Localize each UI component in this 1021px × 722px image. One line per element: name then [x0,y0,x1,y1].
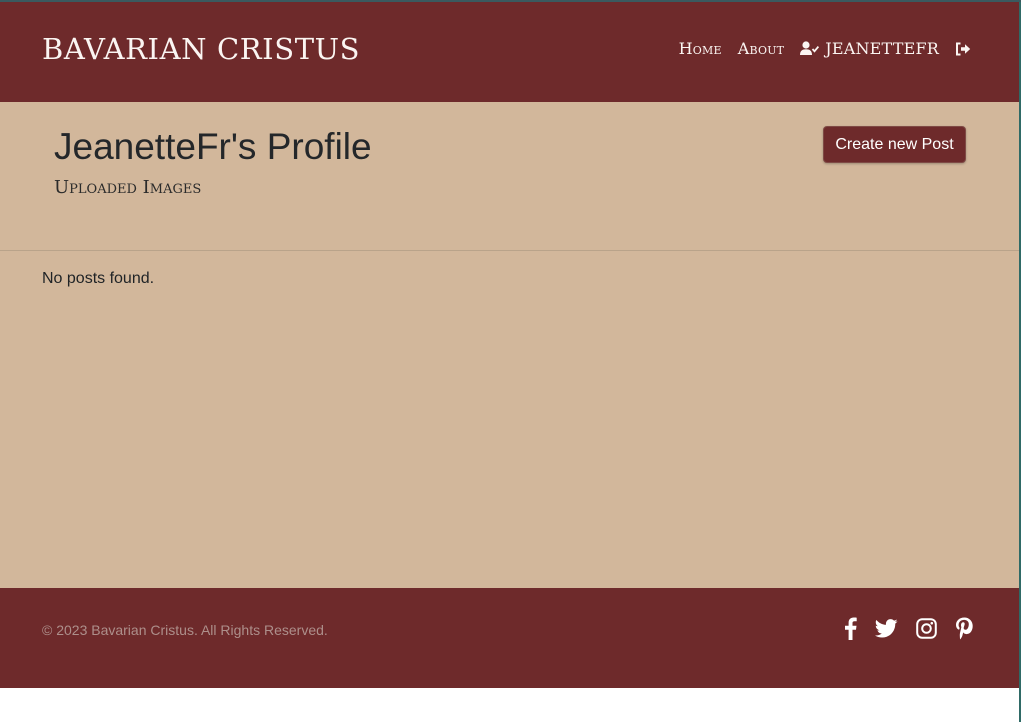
social-links [844,617,973,645]
page-title: JeanetteFr's Profile [54,126,372,167]
nav-home-link[interactable]: Home [679,39,722,58]
site-footer: © 2023 Bavarian Cristus. All Rights Rese… [0,588,1019,688]
logout-button[interactable] [955,42,971,56]
user-check-icon [800,41,820,56]
site-header: BAVARIAN CRISTUS Home About JEANETTEFR [0,2,1019,102]
create-post-button[interactable]: Create new Post [823,126,966,163]
facebook-icon[interactable] [844,617,857,645]
main-nav: Home About JEANETTEFR [679,39,971,58]
pinterest-icon[interactable] [955,617,973,645]
profile-header: JeanetteFr's Profile Uploaded Images Cre… [0,102,1019,251]
profile-main: JeanetteFr's Profile Uploaded Images Cre… [0,102,1019,588]
nav-about-link[interactable]: About [738,39,784,58]
twitter-icon[interactable] [874,619,898,643]
sign-out-icon [955,42,971,56]
empty-state-message: No posts found. [42,270,155,287]
nav-user-link[interactable]: JEANETTEFR [800,39,939,58]
copyright-text: © 2023 Bavarian Cristus. All Rights Rese… [42,622,328,638]
instagram-icon[interactable] [916,618,937,644]
nav-user-label: JEANETTEFR [825,39,939,58]
section-subtitle: Uploaded Images [54,177,202,198]
site-brand-logo[interactable]: BAVARIAN CRISTUS [42,32,360,66]
